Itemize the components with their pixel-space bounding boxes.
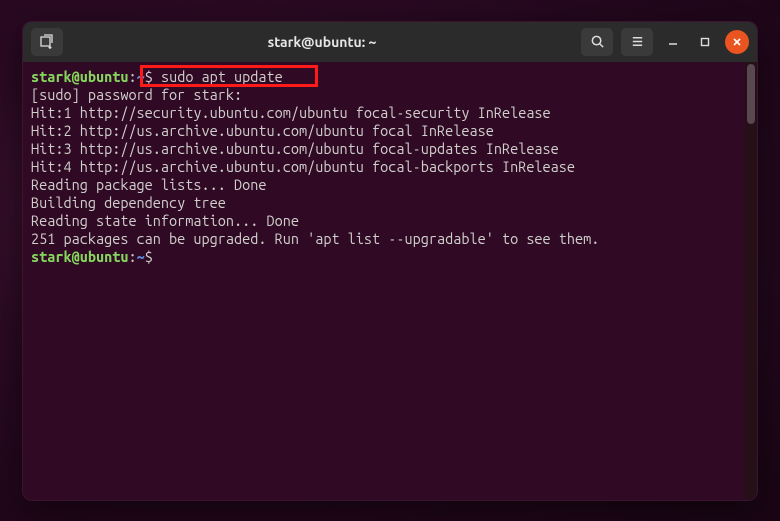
- search-icon: [590, 34, 605, 49]
- prompt-path: ~: [137, 248, 145, 265]
- output-line: Reading state information... Done: [31, 212, 749, 230]
- output-line: Hit:4 http://us.archive.ubuntu.com/ubunt…: [31, 158, 749, 176]
- prompt-path: ~: [137, 68, 145, 85]
- command-text: sudo apt update: [161, 68, 283, 85]
- output-line: Hit:2 http://us.archive.ubuntu.com/ubunt…: [31, 122, 749, 140]
- minimize-icon: [668, 37, 678, 47]
- maximize-button[interactable]: [693, 30, 717, 54]
- prompt-symbol: $: [145, 248, 153, 265]
- prompt-user: stark@ubuntu: [31, 248, 128, 265]
- output-line: [sudo] password for stark:: [31, 86, 749, 104]
- prompt-sep: :: [128, 248, 136, 265]
- titlebar-right: [581, 28, 749, 56]
- menu-button[interactable]: [621, 28, 653, 56]
- prompt-user: stark@ubuntu: [31, 68, 128, 85]
- prompt-symbol: $: [145, 68, 153, 85]
- prompt-sep: :: [128, 68, 136, 85]
- hamburger-icon: [630, 34, 645, 49]
- minimize-button[interactable]: [661, 30, 685, 54]
- close-icon: [732, 37, 742, 47]
- terminal-body[interactable]: stark@ubuntu:~$ sudo apt update[sudo] pa…: [23, 62, 757, 500]
- prompt-line-2: stark@ubuntu:~$: [31, 248, 749, 266]
- output-line: 251 packages can be upgraded. Run 'apt l…: [31, 230, 749, 248]
- close-button[interactable]: [725, 30, 749, 54]
- prompt-line-1: stark@ubuntu:~$ sudo apt update: [31, 68, 749, 86]
- titlebar: stark@ubuntu: ~: [23, 22, 757, 62]
- titlebar-left: [31, 28, 63, 56]
- output-line: Building dependency tree: [31, 194, 749, 212]
- window-title: stark@ubuntu: ~: [69, 34, 575, 50]
- maximize-icon: [700, 37, 710, 47]
- terminal-window: stark@ubuntu: ~: [22, 21, 758, 501]
- output-line: Hit:3 http://us.archive.ubuntu.com/ubunt…: [31, 140, 749, 158]
- scrollbar-thumb[interactable]: [747, 64, 755, 124]
- new-tab-button[interactable]: [31, 28, 63, 56]
- new-tab-icon: [39, 34, 55, 50]
- output-line: Reading package lists... Done: [31, 176, 749, 194]
- search-button[interactable]: [581, 28, 613, 56]
- scrollbar[interactable]: [745, 62, 757, 500]
- output-line: Hit:1 http://security.ubuntu.com/ubuntu …: [31, 104, 749, 122]
